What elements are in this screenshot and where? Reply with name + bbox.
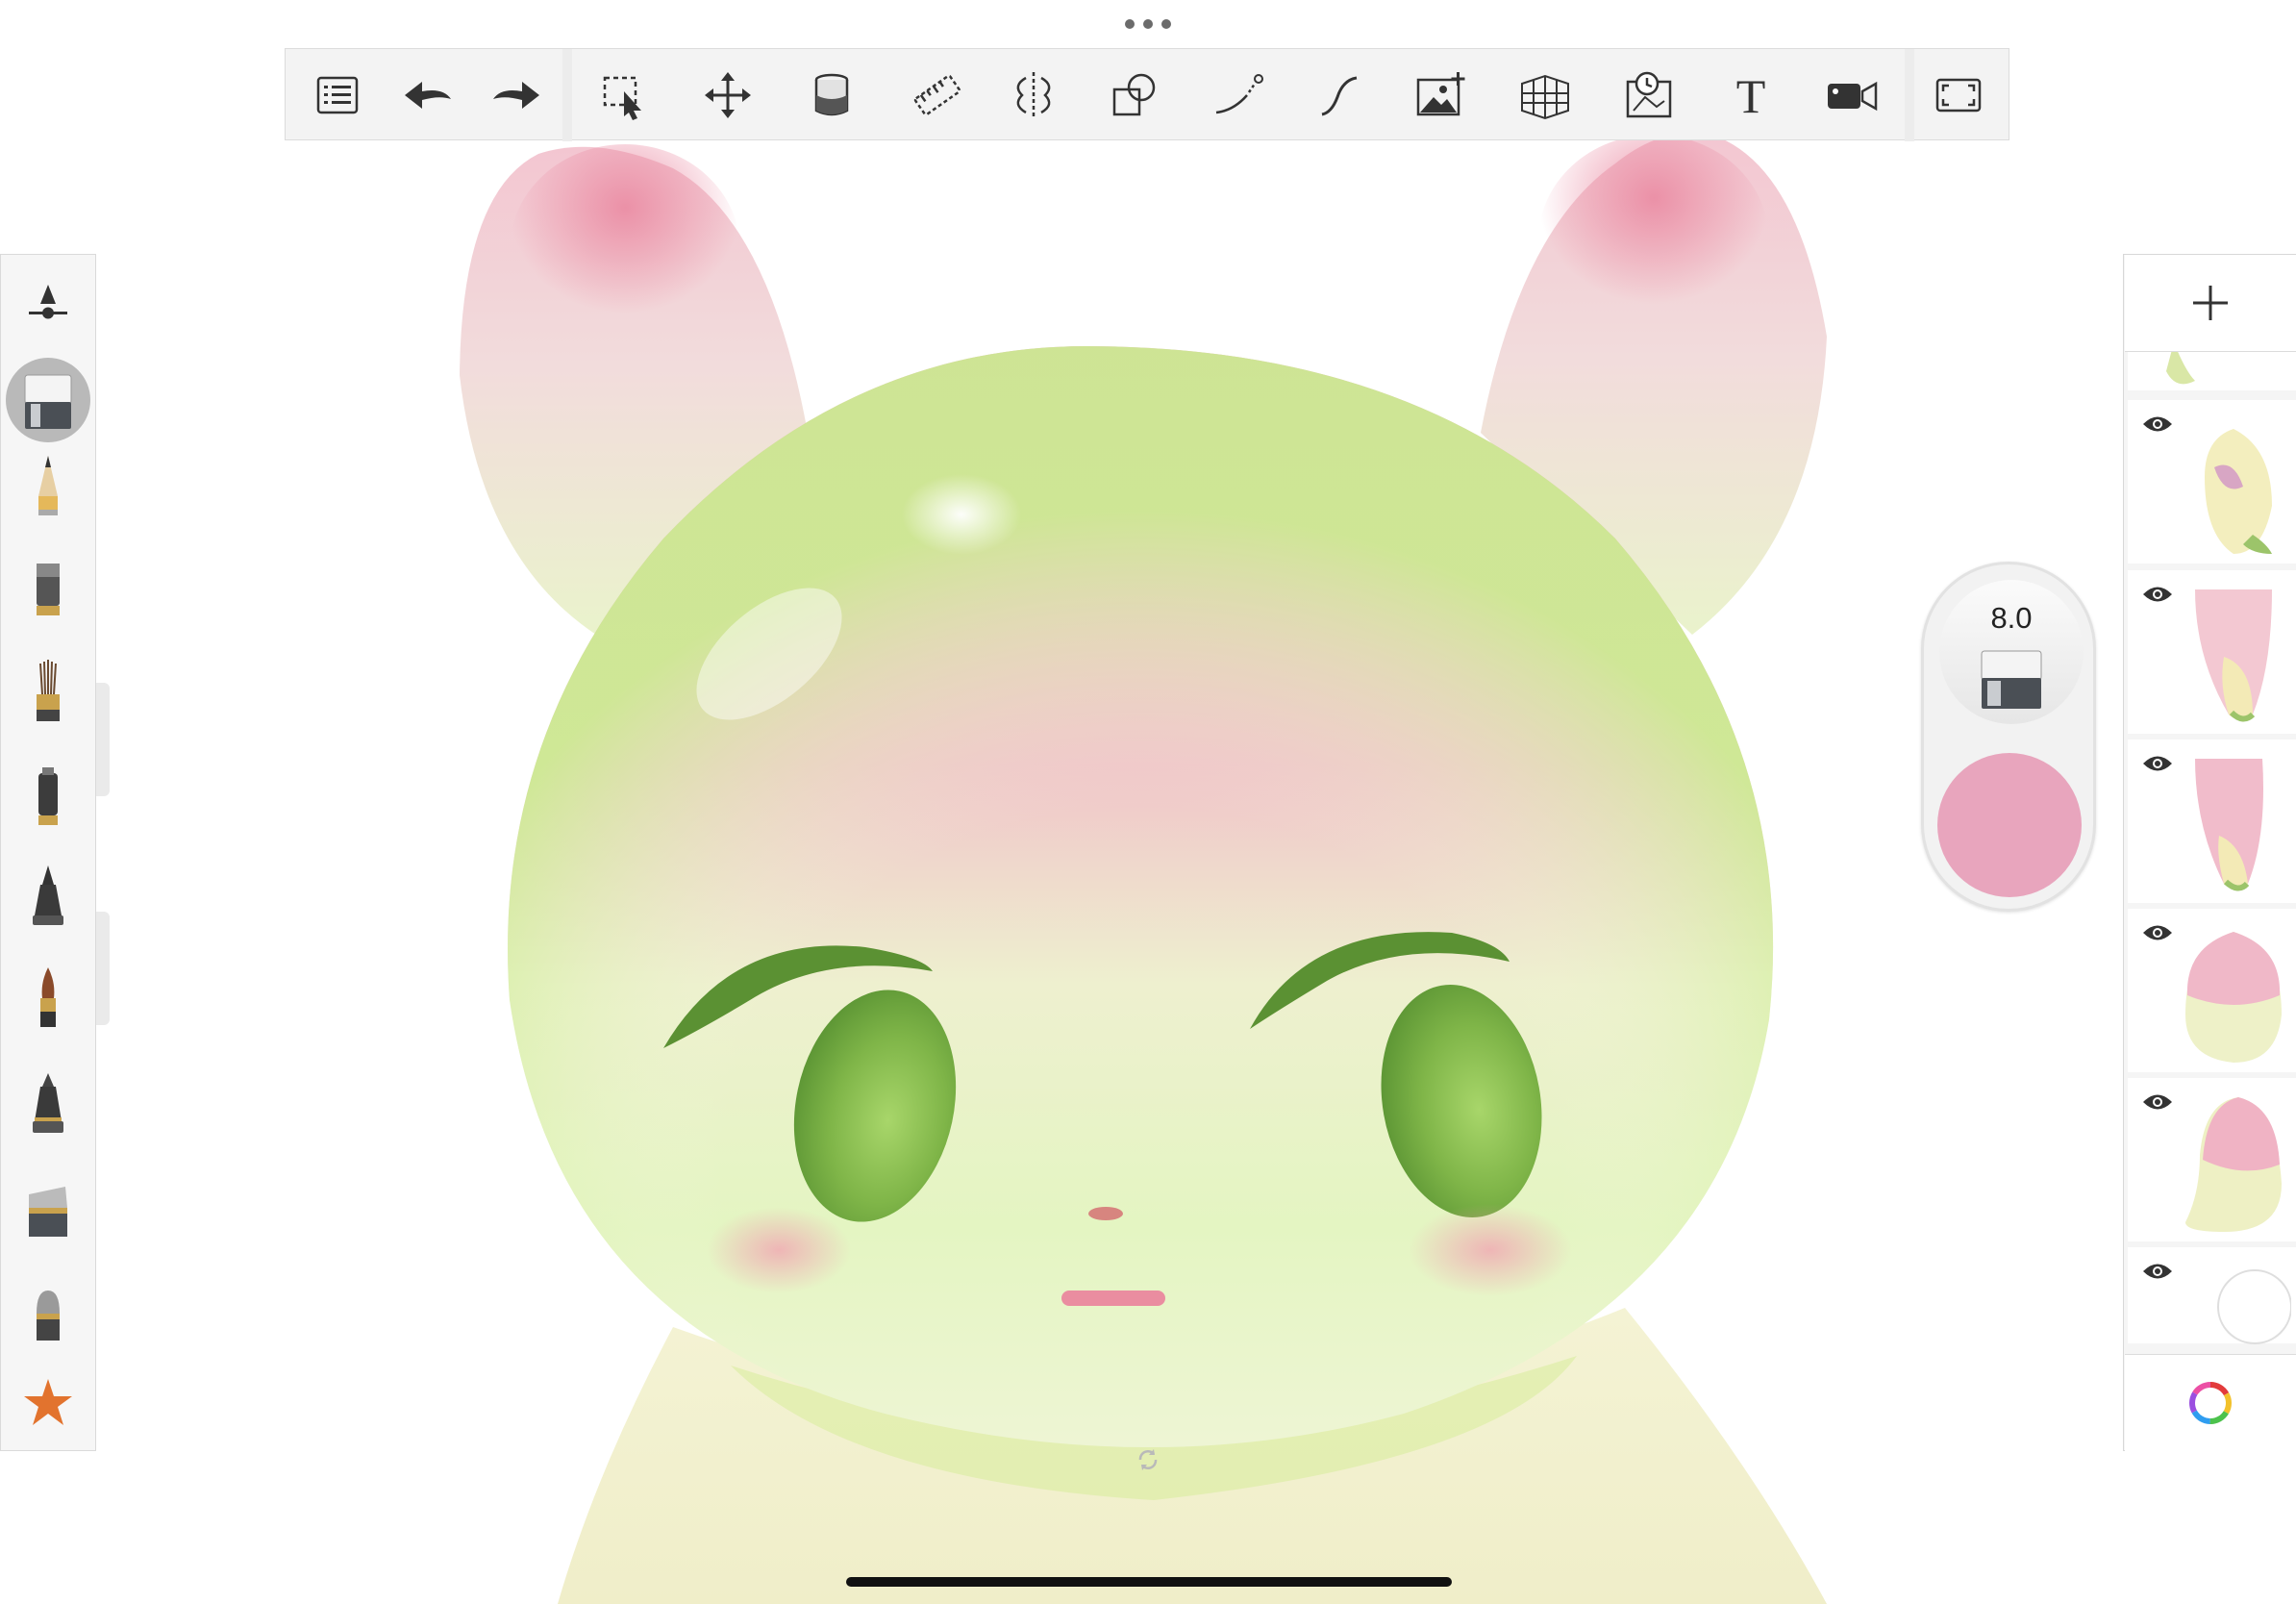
plus-icon: [2193, 286, 2228, 320]
shapes-icon[interactable]: [1107, 66, 1164, 124]
layer-thumbnail: [2217, 1269, 2291, 1344]
list-icon[interactable]: [309, 66, 366, 124]
layer-thumbnail: [2195, 759, 2263, 891]
text-icon[interactable]: T: [1722, 66, 1780, 124]
add-layer-button[interactable]: [2125, 255, 2296, 352]
layer-item[interactable]: [2128, 739, 2296, 903]
paintbrush-icon[interactable]: [19, 964, 77, 1031]
marker-brush-icon[interactable]: [19, 554, 77, 621]
layer-thumbnail: [2185, 932, 2282, 1063]
ruler-icon[interactable]: [909, 66, 966, 124]
toolbar-handle[interactable]: [1125, 17, 1171, 31]
brush-settings-icon[interactable]: [19, 271, 77, 338]
layer-item[interactable]: [2128, 352, 2296, 390]
layer-item[interactable]: [2128, 1078, 2296, 1241]
steady-stroke-icon[interactable]: [1310, 66, 1368, 124]
svg-text:T: T: [1736, 69, 1766, 122]
color-wheel-icon: [2189, 1382, 2232, 1424]
layer-item[interactable]: [2128, 909, 2296, 1072]
pencil-brush-icon[interactable]: [19, 452, 77, 519]
toolbar-separator: [1905, 49, 1914, 141]
timelapse-icon[interactable]: [1622, 66, 1680, 124]
layer-thumbnail: [2166, 352, 2195, 385]
predictive-stroke-icon[interactable]: [1210, 66, 1268, 124]
layer-thumbnail: [2195, 589, 2272, 722]
bristle-brush-icon[interactable]: [19, 658, 77, 725]
move-icon[interactable]: [699, 66, 757, 124]
chisel-marker-icon[interactable]: [19, 1175, 77, 1242]
airbrush-icon[interactable]: [19, 762, 77, 829]
eraser-brush-icon: [1981, 650, 2042, 709]
ink-pen-icon[interactable]: [19, 862, 77, 929]
perspective-grid-icon[interactable]: [1516, 66, 1574, 124]
eraser-brush-icon[interactable]: [19, 365, 77, 433]
video-camera-icon[interactable]: [1824, 66, 1882, 124]
brush-puck[interactable]: 8.0: [1921, 562, 2096, 912]
felt-pen-icon[interactable]: [19, 1069, 77, 1137]
brush-palette-tab[interactable]: [96, 683, 110, 796]
current-color-swatch[interactable]: [1937, 753, 2082, 897]
symmetry-icon[interactable]: [1005, 66, 1062, 124]
fill-bucket-icon[interactable]: [803, 66, 861, 124]
smudge-icon[interactable]: [19, 1279, 77, 1346]
brush-size-value: 8.0: [1990, 601, 2033, 635]
main-toolbar: T: [285, 48, 2009, 141]
sync-icon: [1138, 1449, 1158, 1470]
color-editor-button[interactable]: [2125, 1354, 2296, 1451]
selection-icon[interactable]: [595, 66, 653, 124]
brush-size-dial[interactable]: 8.0: [1939, 580, 2084, 724]
add-image-icon[interactable]: [1412, 66, 1470, 124]
layer-thumbnail: [2185, 1097, 2282, 1232]
layer-item[interactable]: [2128, 570, 2296, 734]
toolbar-separator: [562, 49, 572, 141]
layer-thumbnail: [2205, 429, 2272, 554]
fullscreen-icon[interactable]: [1930, 66, 1987, 124]
redo-icon[interactable]: [487, 66, 545, 124]
undo-icon[interactable]: [399, 66, 457, 124]
home-indicator[interactable]: [846, 1577, 1452, 1587]
layer-item[interactable]: [2128, 400, 2296, 564]
brush-palette-tab[interactable]: [96, 912, 110, 1025]
star-icon[interactable]: [19, 1369, 77, 1437]
layer-item[interactable]: [2128, 1247, 2296, 1344]
